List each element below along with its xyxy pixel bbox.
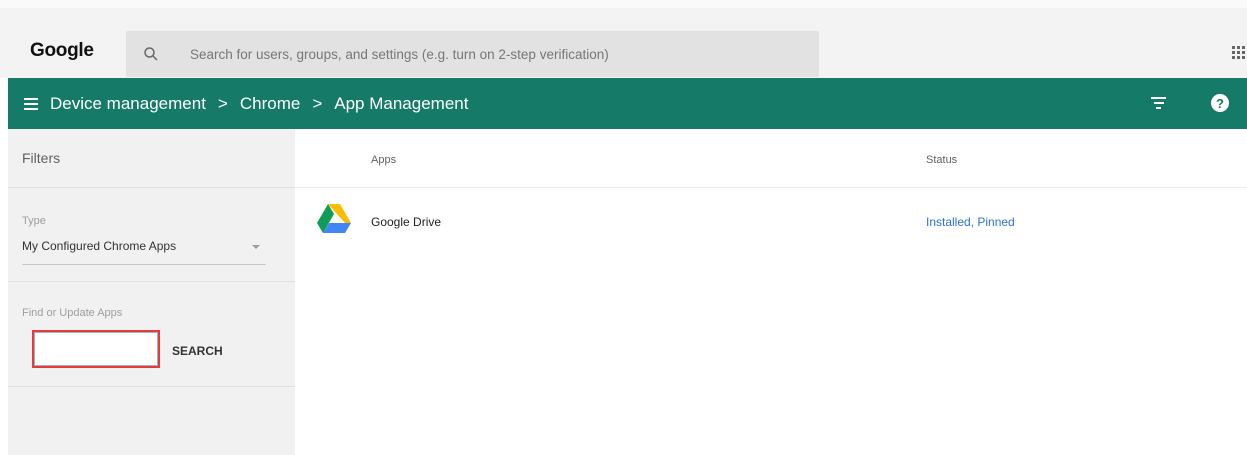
- app-status[interactable]: Installed, Pinned: [926, 215, 1015, 229]
- chevron-down-icon: [252, 245, 260, 249]
- app-bar: Device management > Chrome > App Managem…: [8, 78, 1247, 129]
- column-apps[interactable]: Apps: [371, 154, 396, 166]
- breadcrumb: Device management > Chrome > App Managem…: [50, 94, 468, 114]
- breadcrumb-device-management[interactable]: Device management: [50, 94, 206, 114]
- app-name[interactable]: Google Drive: [371, 215, 441, 229]
- global-search[interactable]: [126, 31, 819, 77]
- google-drive-icon: [317, 204, 351, 233]
- global-search-input[interactable]: [190, 46, 790, 62]
- search-icon: [144, 47, 158, 61]
- filters-title: Filters: [22, 150, 61, 166]
- google-logo[interactable]: Google: [30, 40, 94, 62]
- help-icon[interactable]: ?: [1211, 94, 1229, 112]
- search-button[interactable]: SEARCH: [172, 344, 223, 358]
- top-bar: Google: [0, 0, 1247, 78]
- breadcrumb-app-management: App Management: [334, 93, 469, 113]
- breadcrumb-chrome[interactable]: Chrome: [240, 94, 300, 114]
- type-label: Type: [22, 215, 46, 227]
- find-apps-section: Find or Update Apps SEARCH: [8, 282, 295, 387]
- filters-sidebar: Filters Type My Configured Chrome Apps F…: [8, 129, 295, 455]
- column-status[interactable]: Status: [926, 154, 957, 166]
- apps-table: Apps Status Google Drive Installed, Pinn…: [295, 129, 1247, 455]
- filters-header: Filters: [8, 129, 295, 188]
- table-row[interactable]: Google Drive Installed, Pinned: [295, 188, 1247, 258]
- find-apps-input[interactable]: [34, 332, 158, 366]
- menu-icon[interactable]: [24, 97, 38, 110]
- filter-icon[interactable]: [1151, 97, 1166, 109]
- type-filter: Type My Configured Chrome Apps: [8, 188, 295, 282]
- type-select[interactable]: My Configured Chrome Apps: [22, 239, 266, 265]
- table-header: Apps Status: [295, 129, 1247, 188]
- type-select-value: My Configured Chrome Apps: [22, 239, 177, 253]
- find-apps-label: Find or Update Apps: [22, 307, 123, 319]
- apps-grid-icon[interactable]: [1232, 46, 1245, 59]
- breadcrumb-separator: >: [312, 93, 323, 113]
- breadcrumb-separator: >: [217, 93, 228, 113]
